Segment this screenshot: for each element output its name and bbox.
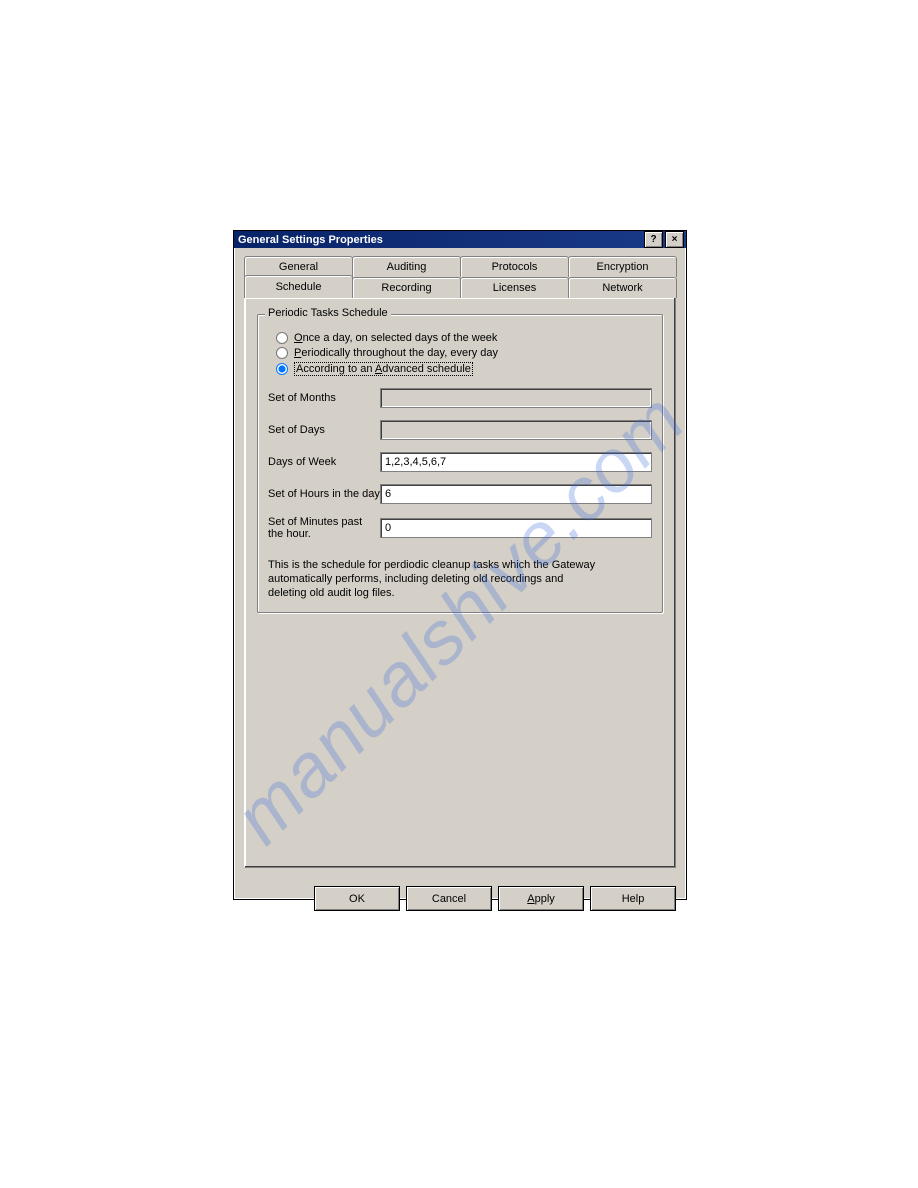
- titlebar-close-button[interactable]: ×: [665, 231, 684, 248]
- radio-periodically[interactable]: Periodically throughout the day, every d…: [276, 347, 652, 359]
- input-set-of-months[interactable]: [380, 388, 652, 408]
- radio-once-a-day-label: Once a day, on selected days of the week: [294, 332, 497, 344]
- radio-advanced-input[interactable]: [276, 363, 288, 375]
- tab-recording[interactable]: Recording: [352, 277, 461, 298]
- tab-general[interactable]: General: [244, 256, 353, 277]
- field-days-of-week: Days of Week: [268, 452, 652, 472]
- input-set-of-minutes[interactable]: [380, 518, 652, 538]
- label-days-of-week: Days of Week: [268, 456, 380, 468]
- input-days-of-week[interactable]: [380, 452, 652, 472]
- field-set-of-months: Set of Months: [268, 388, 652, 408]
- field-set-of-hours: Set of Hours in the day: [268, 484, 652, 504]
- tab-row-front: Schedule Recording Licenses Network: [244, 277, 676, 298]
- tab-panel-schedule: Periodic Tasks Schedule Once a day, on s…: [244, 297, 676, 868]
- label-set-of-days: Set of Days: [268, 424, 380, 436]
- tab-row-back: General Auditing Protocols Encryption: [244, 256, 676, 277]
- tab-auditing[interactable]: Auditing: [352, 256, 461, 277]
- field-set-of-days: Set of Days: [268, 420, 652, 440]
- dialog-body: General Auditing Protocols Encryption Sc…: [234, 248, 686, 878]
- apply-button[interactable]: Apply: [498, 886, 584, 911]
- radio-once-a-day[interactable]: Once a day, on selected days of the week: [276, 332, 652, 344]
- input-set-of-days[interactable]: [380, 420, 652, 440]
- tab-protocols[interactable]: Protocols: [460, 256, 569, 277]
- label-set-of-minutes: Set of Minutes past the hour.: [268, 516, 380, 540]
- help-button[interactable]: Help: [590, 886, 676, 911]
- schedule-description: This is the schedule for perdiodic clean…: [268, 558, 598, 600]
- group-periodic-tasks: Periodic Tasks Schedule Once a day, on s…: [257, 314, 663, 613]
- dialog-title: General Settings Properties: [238, 234, 642, 246]
- radio-advanced-label: According to an Advanced schedule: [294, 362, 473, 376]
- tab-schedule[interactable]: Schedule: [244, 275, 353, 298]
- field-set-of-minutes: Set of Minutes past the hour.: [268, 516, 652, 540]
- radio-once-a-day-input[interactable]: [276, 332, 288, 344]
- ok-button[interactable]: OK: [314, 886, 400, 911]
- radio-periodically-input[interactable]: [276, 347, 288, 359]
- titlebar[interactable]: General Settings Properties ? ×: [234, 231, 686, 248]
- label-set-of-months: Set of Months: [268, 392, 380, 404]
- dialog-general-settings: General Settings Properties ? × General …: [233, 230, 687, 900]
- input-set-of-hours[interactable]: [380, 484, 652, 504]
- label-set-of-hours: Set of Hours in the day: [268, 488, 380, 500]
- tab-network[interactable]: Network: [568, 277, 677, 298]
- radio-periodically-label: Periodically throughout the day, every d…: [294, 347, 498, 359]
- radio-advanced[interactable]: According to an Advanced schedule: [276, 362, 652, 376]
- tab-encryption[interactable]: Encryption: [568, 256, 677, 277]
- tab-strip: General Auditing Protocols Encryption Sc…: [244, 256, 676, 298]
- cancel-button[interactable]: Cancel: [406, 886, 492, 911]
- button-bar: OK Cancel Apply Help: [234, 878, 686, 921]
- group-legend: Periodic Tasks Schedule: [265, 307, 391, 319]
- titlebar-help-button[interactable]: ?: [644, 231, 663, 248]
- tab-licenses[interactable]: Licenses: [460, 277, 569, 298]
